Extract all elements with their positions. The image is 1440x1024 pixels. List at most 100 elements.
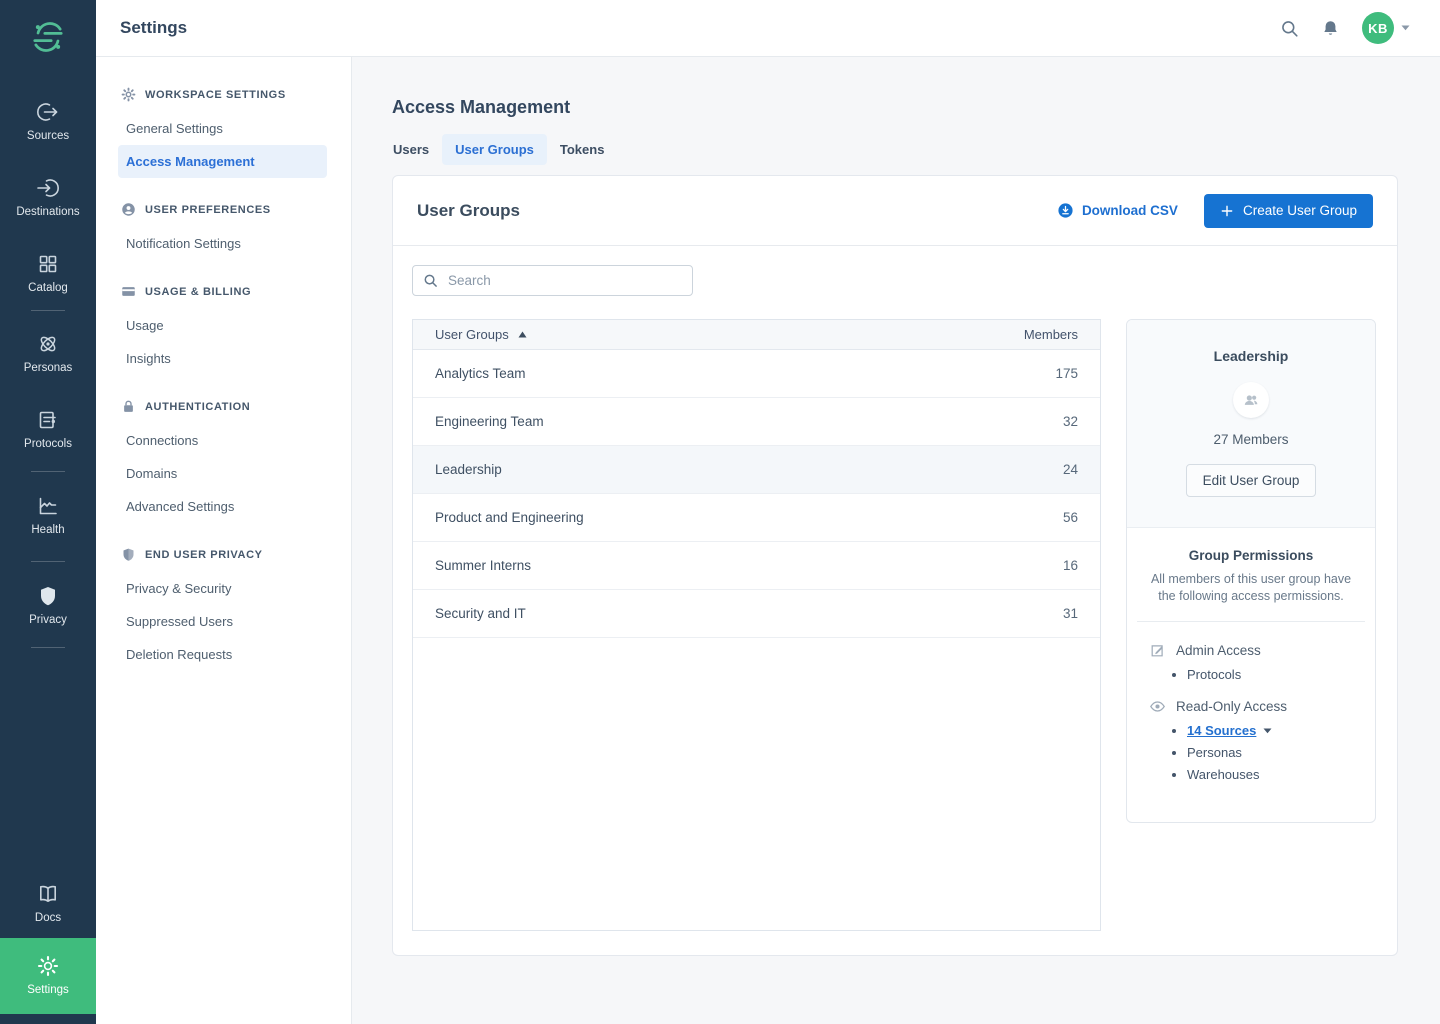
card-body: User Groups Members Analytics Team [393, 246, 1397, 950]
sidebar-item-usage[interactable]: Usage [118, 309, 327, 342]
panel-summary: Leadership [1127, 320, 1375, 528]
edit-user-group-button[interactable]: Edit User Group [1186, 464, 1317, 497]
primary-nav-health[interactable]: Health [0, 494, 96, 536]
table-row-selected[interactable]: Leadership 24 [413, 446, 1100, 494]
primary-nav-label: Protocols [24, 438, 72, 450]
tab-user-groups[interactable]: User Groups [442, 134, 547, 165]
divider [1137, 621, 1365, 622]
download-csv-link[interactable]: Download CSV [1057, 202, 1178, 219]
primary-nav-label: Catalog [28, 282, 68, 294]
tab-tokens[interactable]: Tokens [547, 134, 618, 165]
primary-nav-personas[interactable]: Personas [0, 332, 96, 374]
nav-divider [31, 647, 65, 648]
sort-ascending-icon [518, 331, 527, 338]
section-header: AUTHENTICATION [96, 389, 351, 424]
read-only-access-header: Read-Only Access [1127, 698, 1375, 715]
permission-item: Protocols [1187, 667, 1375, 682]
primary-nav-label: Privacy [29, 614, 67, 626]
section-header: USAGE & BILLING [96, 274, 351, 309]
lock-icon [121, 399, 136, 414]
table-header-row: User Groups Members [413, 320, 1100, 350]
sidebar-item-general-settings[interactable]: General Settings [118, 112, 327, 145]
notifications-bell-icon[interactable] [1321, 19, 1340, 38]
member-count: 27 Members [1213, 432, 1288, 447]
section-title: USER PREFERENCES [145, 204, 271, 216]
sidebar-item-deletion-requests[interactable]: Deletion Requests [118, 638, 327, 671]
nav-section-usage-billing: USAGE & BILLING Usage Insights [96, 274, 351, 375]
column-header-user-groups[interactable]: User Groups [435, 327, 527, 342]
group-name: Summer Interns [435, 558, 531, 573]
column-header-members: Members [1024, 327, 1078, 342]
sidebar-item-domains[interactable]: Domains [118, 457, 327, 490]
group-members: 32 [1063, 414, 1078, 429]
table-row[interactable]: Engineering Team 32 [413, 398, 1100, 446]
section-header: USER PREFERENCES [96, 192, 351, 227]
panel-group-name: Leadership [1214, 348, 1289, 364]
segment-logo-icon[interactable] [29, 18, 67, 61]
sources-icon [36, 100, 60, 124]
sidebar-item-insights[interactable]: Insights [118, 342, 327, 375]
gear-icon [121, 87, 136, 102]
avatar[interactable]: KB [1362, 12, 1394, 44]
group-name: Analytics Team [435, 366, 526, 381]
sidebar-item-access-management[interactable]: Access Management [118, 145, 327, 178]
primary-nav-sources[interactable]: Sources [0, 100, 96, 142]
docs-book-icon [36, 882, 60, 906]
search-box [412, 265, 693, 296]
plus-icon [1220, 204, 1234, 218]
search-input[interactable] [446, 272, 682, 289]
primary-sidebar: Sources Destinations Catalog Personas [0, 0, 96, 1024]
primary-nav-label: Docs [35, 912, 61, 924]
primary-nav-label: Personas [24, 362, 73, 374]
tab-users[interactable]: Users [380, 134, 442, 165]
nav-divider [31, 561, 65, 562]
permission-item: Personas [1187, 745, 1375, 760]
sources-count-label: 14 Sources [1187, 723, 1256, 738]
primary-nav-protocols[interactable]: Protocols [0, 408, 96, 450]
primary-nav-privacy[interactable]: Privacy [0, 584, 96, 626]
health-icon [36, 494, 60, 518]
section-title: WORKSPACE SETTINGS [145, 89, 286, 101]
permission-item: 14 Sources [1187, 723, 1375, 738]
permission-item: Warehouses [1187, 767, 1375, 782]
group-detail-panel: Leadership [1126, 319, 1376, 823]
card-header: User Groups Download CSV [393, 176, 1397, 246]
nav-divider [31, 310, 65, 311]
group-members: 31 [1063, 606, 1078, 621]
section-title: END USER PRIVACY [145, 549, 263, 561]
main-content: Access Management Users User Groups Toke… [352, 57, 1440, 1024]
people-icon [1241, 390, 1261, 410]
nav-divider [31, 471, 65, 472]
eye-icon [1149, 698, 1166, 715]
shield-icon [121, 547, 136, 562]
primary-nav-catalog[interactable]: Catalog [0, 252, 96, 294]
table-row[interactable]: Product and Engineering 56 [413, 494, 1100, 542]
primary-nav-label: Settings [27, 984, 69, 996]
card-actions: Download CSV Create User Group [1057, 194, 1373, 228]
read-only-access-label: Read-Only Access [1176, 699, 1287, 714]
table-row[interactable]: Analytics Team 175 [413, 350, 1100, 398]
user-menu[interactable]: KB [1362, 12, 1410, 44]
primary-nav-destinations[interactable]: Destinations [0, 176, 96, 218]
table-row[interactable]: Security and IT 31 [413, 590, 1100, 638]
permissions-description: All members of this user group have the … [1145, 571, 1357, 604]
catalog-icon [36, 252, 60, 276]
top-header: Settings KB [96, 0, 1440, 57]
app-root: Sources Destinations Catalog Personas [0, 0, 1440, 1024]
sidebar-item-advanced-settings[interactable]: Advanced Settings [118, 490, 327, 523]
right-column: Settings KB [96, 0, 1440, 1024]
sidebar-item-connections[interactable]: Connections [118, 424, 327, 457]
search-icon[interactable] [1280, 19, 1299, 38]
sidebar-item-privacy-security[interactable]: Privacy & Security [118, 572, 327, 605]
nav-section-end-user-privacy: END USER PRIVACY Privacy & Security Supp… [96, 537, 351, 671]
primary-nav-docs[interactable]: Docs [0, 882, 96, 924]
table-row[interactable]: Summer Interns 16 [413, 542, 1100, 590]
primary-nav-settings[interactable]: Settings [0, 938, 96, 1014]
sidebar-item-notification-settings[interactable]: Notification Settings [118, 227, 327, 260]
permissions-title: Group Permissions [1127, 548, 1375, 563]
sidebar-item-suppressed-users[interactable]: Suppressed Users [118, 605, 327, 638]
section-header: END USER PRIVACY [96, 537, 351, 572]
create-user-group-button[interactable]: Create User Group [1204, 194, 1373, 228]
sources-count-link[interactable]: 14 Sources [1187, 723, 1272, 738]
tab-bar: Users User Groups Tokens [380, 134, 1398, 165]
